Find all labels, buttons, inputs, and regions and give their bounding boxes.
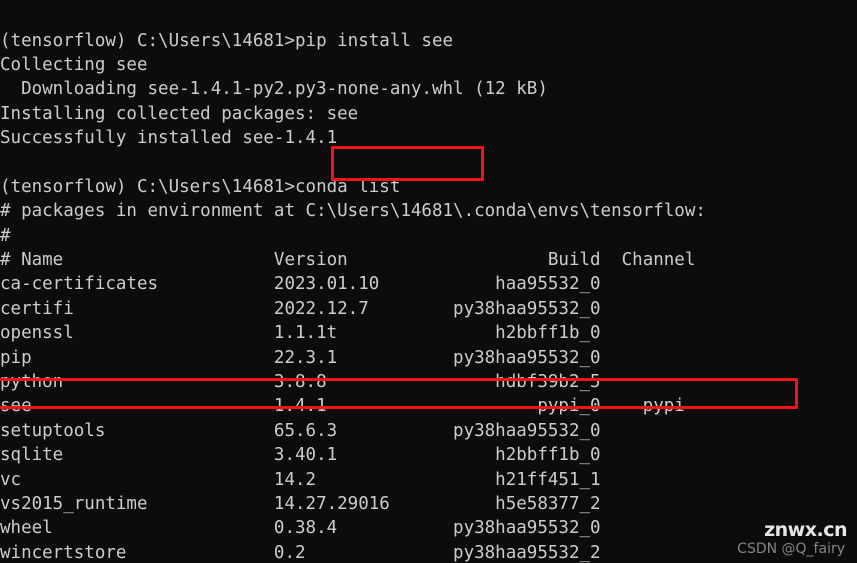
package-row-wincertstore: wincertstore 0.2 py38haa95532_2 — [0, 542, 601, 563]
console-line-pip-install-command: (tensorflow) C:\Users\14681>pip install … — [0, 30, 454, 51]
package-row-ca-certificates: ca-certificates 2023.01.10 haa95532_0 — [0, 274, 601, 295]
console-line-blank — [0, 150, 857, 174]
console-line-conda-list-command: (tensorflow) C:\Users\14681>conda list — [0, 176, 401, 197]
package-row-wheel: wheel 0.38.4 py38haa95532_0 — [0, 518, 601, 539]
console-output: (tensorflow) C:\Users\14681>pip install … — [0, 29, 857, 563]
terminal-window[interactable]: (tensorflow) C:\Users\14681>pip install … — [0, 0, 857, 563]
package-row-sqlite: sqlite 3.40.1 h2bbff1b_0 — [0, 445, 601, 466]
package-row-python: python 3.8.8 hdbf39b2_5 — [0, 371, 601, 392]
console-line-downloading: Downloading see-1.4.1-py2.py3-none-any.w… — [0, 79, 548, 100]
console-line-successfully-installed: Successfully installed see-1.4.1 — [0, 128, 338, 149]
console-line-installing: Installing collected packages: see — [0, 103, 359, 124]
console-line-env-comment: # packages in environment at C:\Users\14… — [0, 201, 706, 222]
console-line-hash-comment: # — [0, 225, 11, 246]
package-row-openssl: openssl 1.1.1t h2bbff1b_0 — [0, 323, 601, 344]
package-row-vs2015-runtime: vs2015_runtime 14.27.29016 h5e58377_2 — [0, 493, 601, 514]
console-line-collecting: Collecting see — [0, 54, 148, 75]
package-row-vc: vc 14.2 h21ff451_1 — [0, 469, 601, 490]
package-row-setuptools: setuptools 65.6.3 py38haa95532_0 — [0, 420, 601, 441]
package-row-see: see 1.4.1 pypi_0 pypi — [0, 396, 685, 417]
package-table-header: # Name Version Build Channel — [0, 250, 696, 271]
package-row-pip: pip 22.3.1 py38haa95532_0 — [0, 347, 601, 368]
package-row-certifi: certifi 2022.12.7 py38haa95532_0 — [0, 298, 601, 319]
